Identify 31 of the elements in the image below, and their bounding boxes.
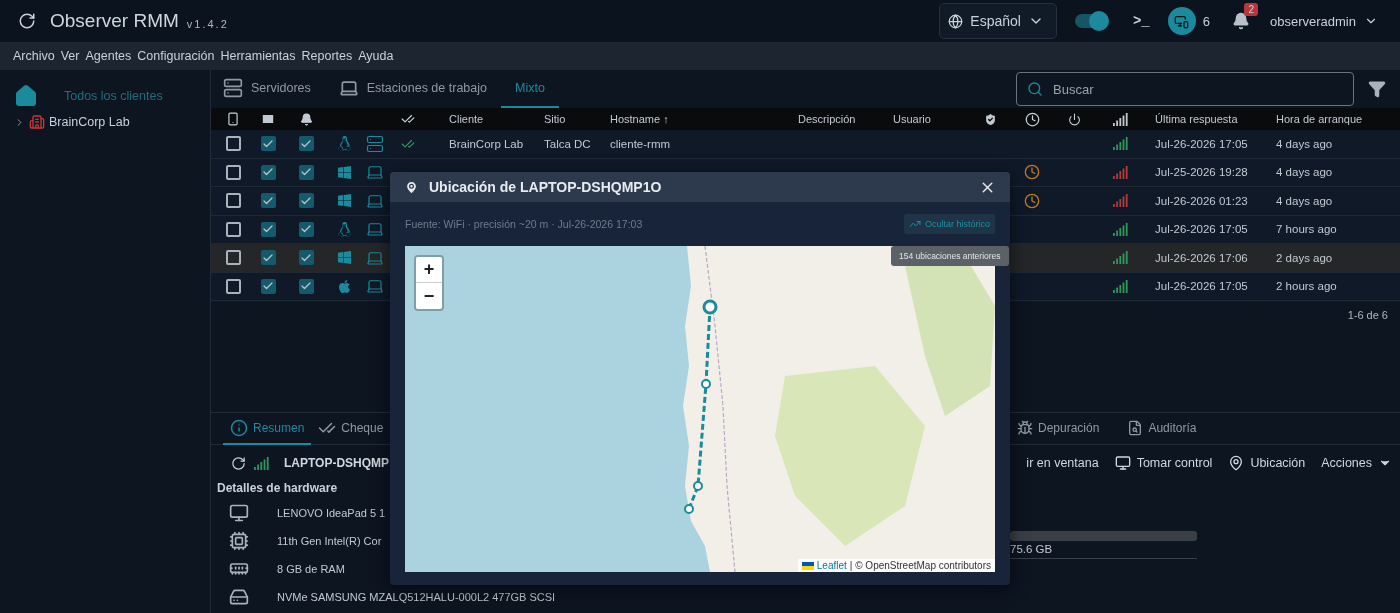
notification-badge: 2 (1244, 3, 1258, 16)
devices-count: 6 (1202, 13, 1210, 29)
section-title: Detalles de hardware (216, 481, 339, 497)
table-cell: Jul-26-2026 17:05 (1155, 223, 1248, 236)
agent-hostname: LAPTOP-DSHQMP (284, 456, 390, 470)
app-title: Observer RMM (50, 10, 179, 32)
table-cell: 4 days ago (1276, 166, 1333, 179)
location-source: Fuente: WiFi · precisión ~20 m · Jul-26-2026 17:03 (405, 218, 644, 230)
table-cell: Jul-26-2026 17:05 (1155, 280, 1248, 293)
table-cell: Jul-26-2026 17:05 (1155, 137, 1248, 150)
disk-usage-label: 75.6 GB (1010, 541, 1197, 559)
table-cell: Talca DC (544, 137, 591, 150)
hardware-detail: 8 GB de RAM (277, 563, 345, 575)
table-cell: 4 days ago (1276, 137, 1333, 150)
table-cell: Jul-25-2026 19:28 (1155, 166, 1248, 179)
table-cell: cliente-rmm (610, 137, 671, 150)
table-cell: 2 hours ago (1276, 280, 1337, 293)
table-cell: Jul-26-2026 01:23 (1155, 194, 1248, 207)
tooltip: 154 ubicaciones anteriores (891, 246, 1009, 266)
pagination-label: 1-6 de 6 (1347, 309, 1388, 321)
table-cell: 7 hours ago (1276, 223, 1337, 236)
table-cell: BrainCorp Lab (449, 137, 524, 150)
hardware-detail: LENOVO IdeaPad 5 1 (277, 507, 386, 519)
hardware-detail: NVMe SAMSUNG MZALQ512HALU-000L2 477GB SCSI (277, 591, 556, 603)
dialog-title: Ubicación de LAPTOP-DSHQMP1O (429, 179, 663, 195)
hardware-detail: 11th Gen Intel(R) Cor (277, 535, 382, 547)
attribution-text: | © OpenStreetMap contributors (849, 560, 991, 571)
table-cell: 4 days ago (1276, 194, 1333, 207)
version-label: v1.4.2 (186, 17, 229, 30)
table-cell: 2 days ago (1276, 251, 1333, 264)
table-cell: Jul-26-2026 17:06 (1155, 251, 1248, 264)
